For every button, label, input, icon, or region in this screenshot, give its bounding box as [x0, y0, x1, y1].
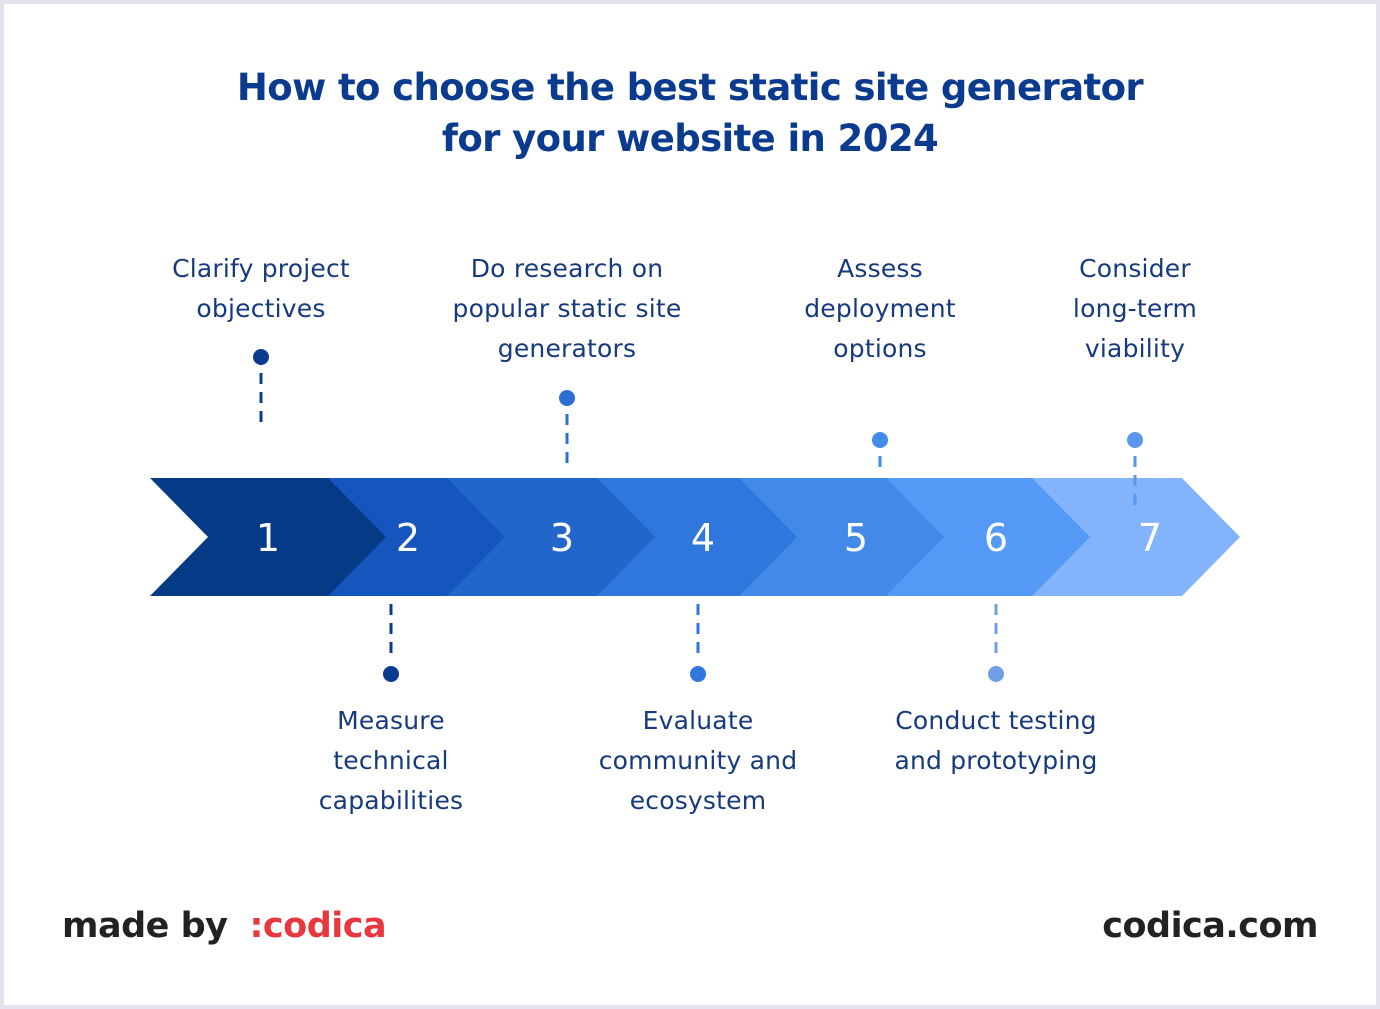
codica-logo: :codica: [249, 906, 387, 946]
step-label-line: generators: [497, 334, 637, 363]
step-label-line: objectives: [196, 294, 326, 323]
step-label-line: long-term: [1072, 294, 1198, 323]
step-label-line: community and: [598, 746, 798, 775]
connector-dot-6: [988, 666, 1004, 682]
step-label-line: options: [833, 334, 927, 363]
step-label-line: ecosystem: [629, 786, 767, 815]
step-label-line: Assess: [837, 254, 923, 283]
step-number-5: 5: [844, 516, 868, 560]
step-label-4: Evaluate community and ecosystem: [599, 701, 798, 821]
step-label-line: Clarify project: [172, 254, 350, 283]
step-label-2: Measure technical capabilities: [319, 701, 464, 821]
connector-dot-2: [383, 666, 399, 682]
made-by-text: made by: [62, 906, 228, 946]
step-label-7: Consider long-term viability: [1073, 249, 1197, 369]
step-number-2: 2: [396, 516, 420, 560]
step-label-line: and prototyping: [894, 746, 1098, 775]
step-label-1: Clarify project objectives: [172, 249, 350, 329]
step-number-1: 1: [256, 516, 280, 560]
step-number-7: 7: [1138, 516, 1162, 560]
step-label-line: deployment: [804, 294, 956, 323]
connector-dot-5: [872, 432, 888, 448]
step-label-line: technical: [333, 746, 449, 775]
made-by-credit: made by :codica: [62, 906, 387, 946]
step-number-3: 3: [550, 516, 574, 560]
step-label-5: Assess deployment options: [804, 249, 956, 369]
connector-dot-1: [253, 349, 269, 365]
step-label-line: Evaluate: [642, 706, 754, 735]
website-link[interactable]: codica.com: [1102, 906, 1318, 946]
step-number-6: 6: [984, 516, 1008, 560]
step-label-line: capabilities: [318, 786, 464, 815]
step-number-4: 4: [691, 516, 715, 560]
connector-dot-4: [690, 666, 706, 682]
step-label-line: Conduct testing: [895, 706, 1097, 735]
step-label-line: Measure: [337, 706, 445, 735]
step-label-6: Conduct testing and prototyping: [894, 701, 1097, 781]
process-timeline: 1 2 3 4 5 6 7: [150, 349, 1240, 682]
connector-dot-3: [559, 390, 575, 406]
step-label-line: Do research on: [470, 254, 664, 283]
step-label-line: Consider: [1079, 254, 1191, 283]
connector-dot-7: [1127, 432, 1143, 448]
step-label-3: Do research on popular static site generat…: [453, 249, 682, 369]
step-label-line: popular static site: [452, 294, 682, 323]
step-label-line: viability: [1084, 334, 1186, 363]
